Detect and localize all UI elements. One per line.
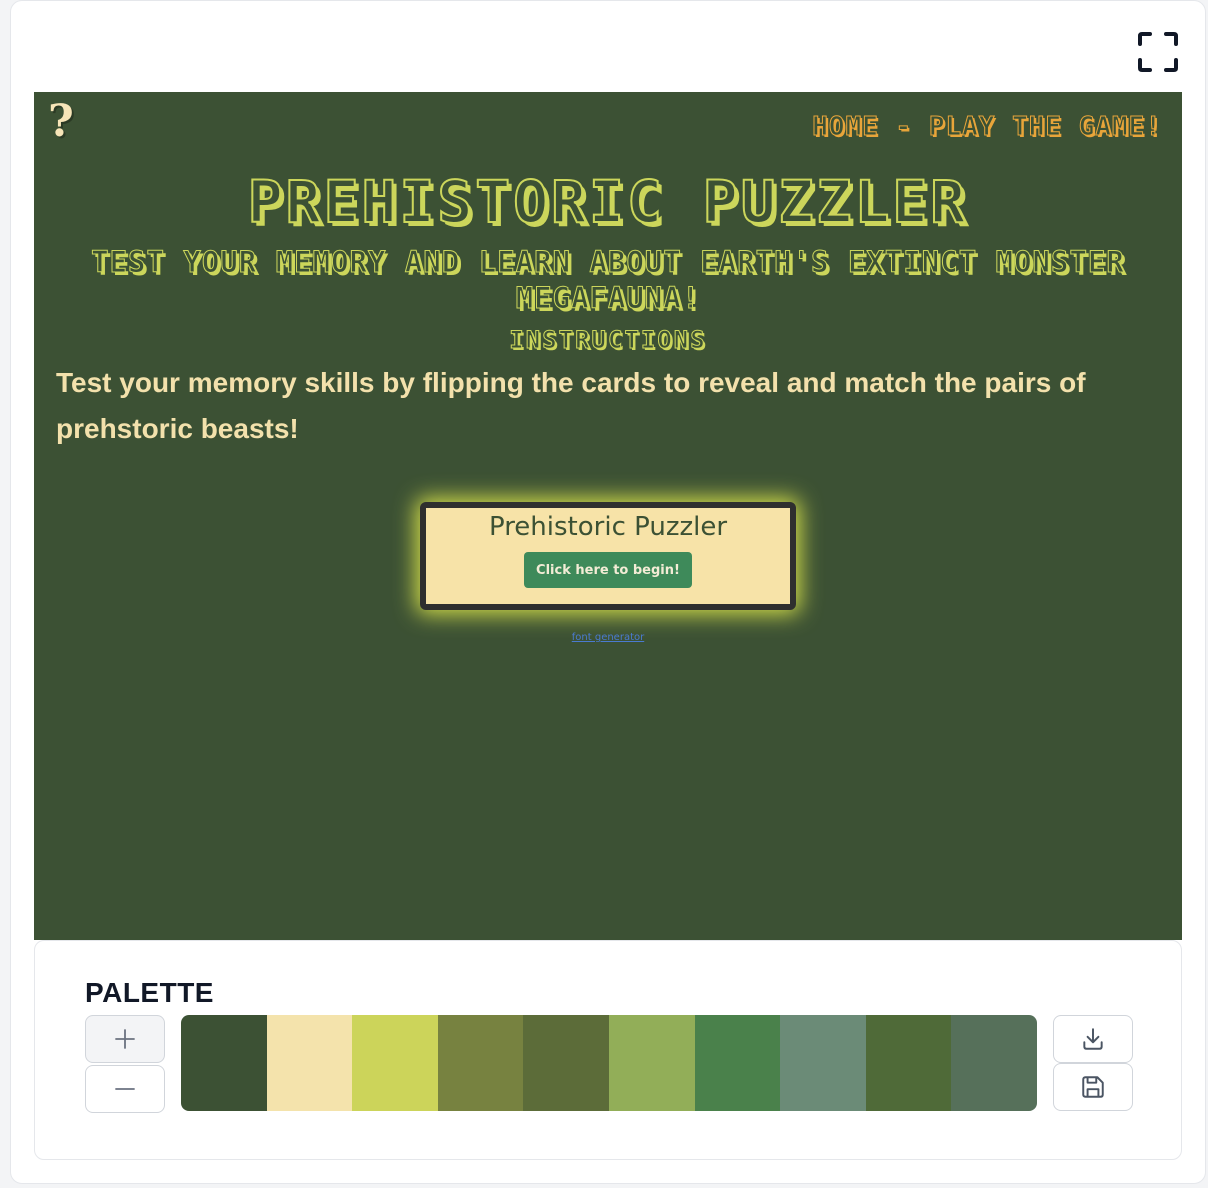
- palette-swatch[interactable]: [694, 1015, 781, 1111]
- website-preview: ? HOME - PLAY THE GAME! PREHISTORIC PUZZ…: [34, 92, 1182, 940]
- palette-swatch[interactable]: [608, 1015, 695, 1111]
- minus-icon: [115, 1088, 135, 1090]
- palette-swatch[interactable]: [780, 1015, 866, 1111]
- plus-icon: [115, 1029, 135, 1049]
- palette-swatch[interactable]: [437, 1015, 524, 1111]
- fullscreen-icon: [1138, 32, 1178, 72]
- palette-swatch[interactable]: [352, 1015, 438, 1111]
- font-generator-link[interactable]: font generator: [34, 632, 1182, 643]
- nav-home-link[interactable]: HOME - PLAY THE GAME!: [812, 112, 1162, 143]
- download-palette-button[interactable]: [1053, 1015, 1133, 1063]
- palette-swatches: [181, 1015, 1037, 1111]
- save-icon: [1082, 1076, 1104, 1098]
- page-subtitle: TEST YOUR MEMORY AND LEARN ABOUT EARTH'S…: [91, 245, 1125, 316]
- save-palette-button[interactable]: [1053, 1063, 1133, 1111]
- palette-swatch[interactable]: [266, 1015, 353, 1111]
- remove-color-button[interactable]: [85, 1065, 165, 1113]
- page-title: PREHISTORIC PUZZLER: [247, 167, 969, 237]
- add-color-button[interactable]: [85, 1015, 165, 1063]
- palette-swatch[interactable]: [523, 1015, 609, 1111]
- game-start-box: Prehistoric Puzzler Click here to begin!: [420, 502, 796, 610]
- instructions-heading: INSTRUCTIONS: [509, 326, 707, 355]
- download-icon: [1083, 1028, 1103, 1050]
- palette-label: PALETTE: [85, 977, 214, 1008]
- instructions-text: Test your memory skills by flipping the …: [56, 367, 1086, 444]
- game-box-title: Prehistoric Puzzler: [488, 512, 728, 542]
- fullscreen-button[interactable]: [1134, 28, 1182, 76]
- begin-button[interactable]: Click here to begin!: [524, 552, 692, 588]
- palette-swatch[interactable]: [865, 1015, 952, 1111]
- palette-swatch[interactable]: [181, 1015, 267, 1111]
- palette-swatch[interactable]: [951, 1015, 1037, 1111]
- palette-panel: PALETTE: [34, 940, 1182, 1160]
- help-icon[interactable]: ?: [48, 96, 88, 156]
